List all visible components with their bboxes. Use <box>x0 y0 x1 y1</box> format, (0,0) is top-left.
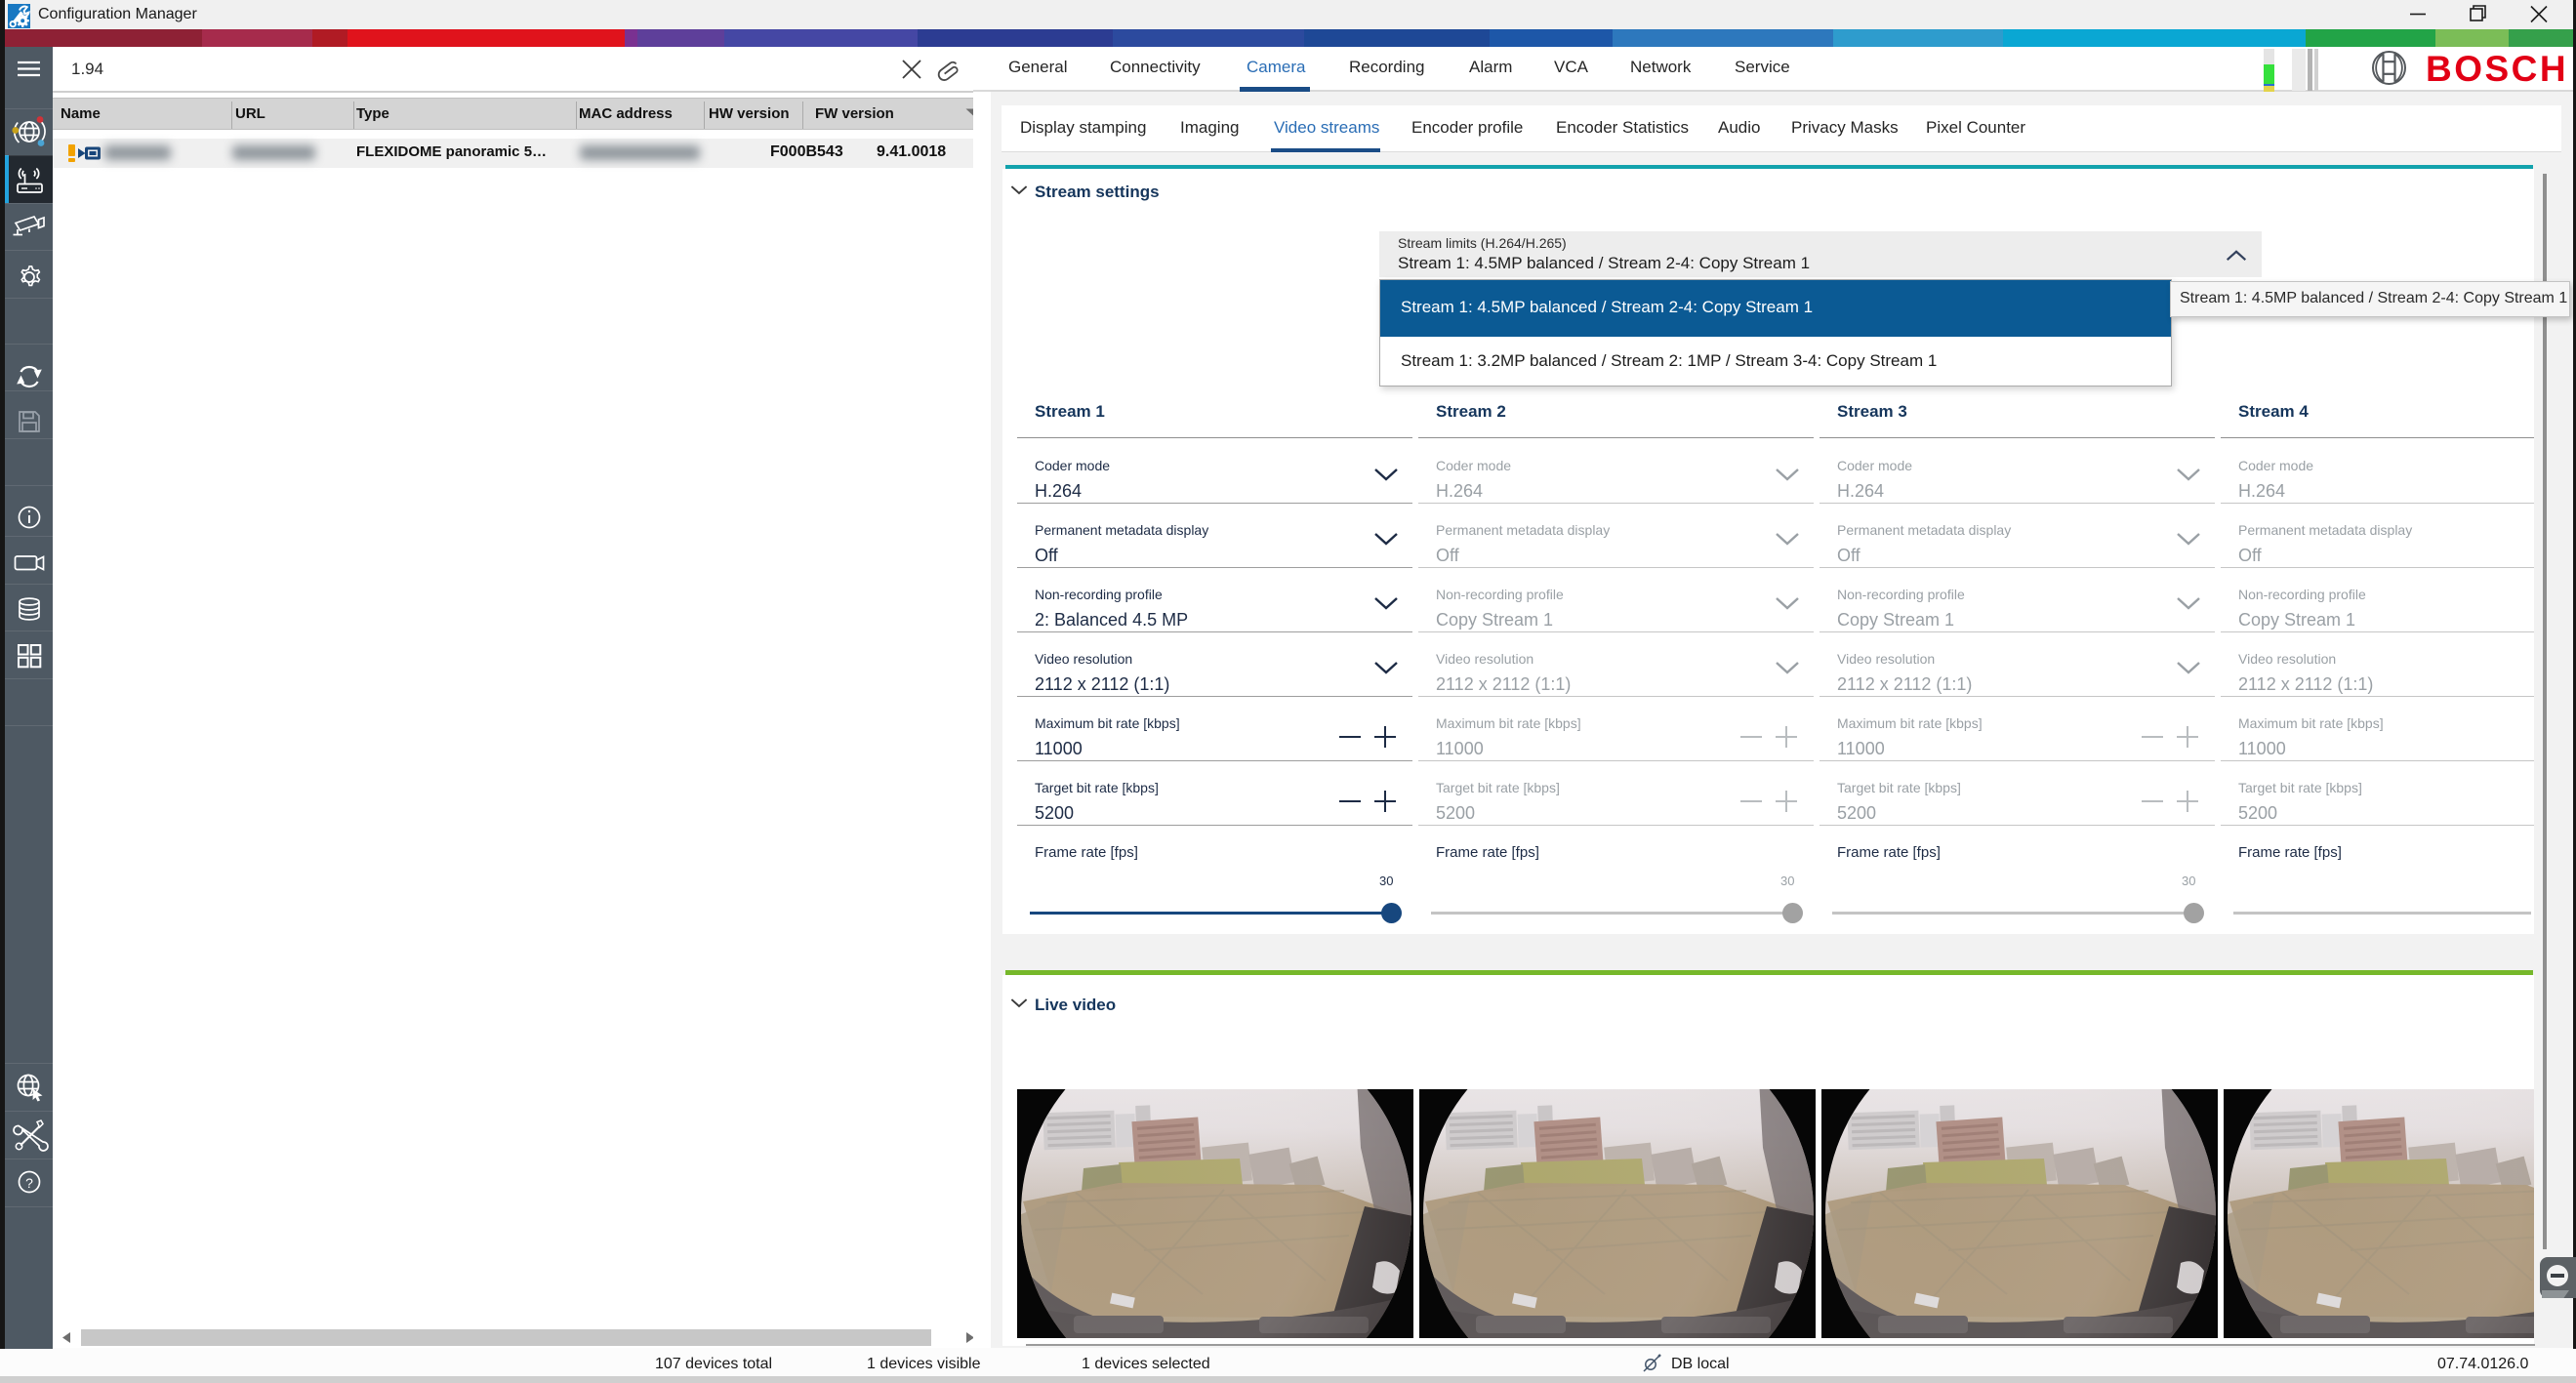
svg-text:?: ? <box>25 1175 33 1191</box>
